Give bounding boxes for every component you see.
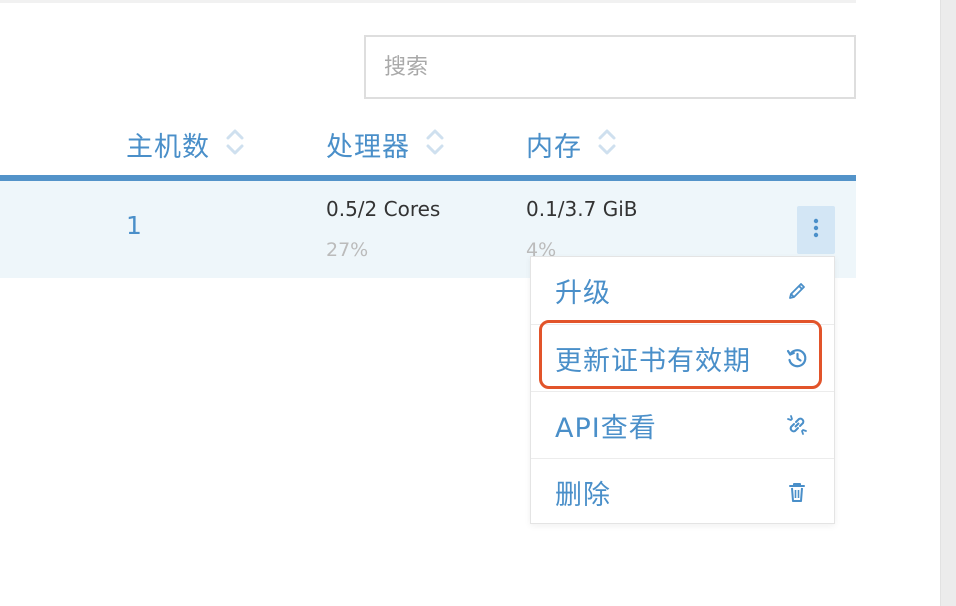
column-header-cpu-label: 处理器 (326, 131, 410, 163)
actions-dropdown-menu: 升级 更新证书有效期 API查看 删除 (530, 256, 835, 524)
menu-item-renew-certificate[interactable]: 更新证书有效期 (531, 324, 834, 391)
row-actions-button[interactable] (797, 206, 835, 254)
history-icon (785, 346, 809, 370)
more-vertical-icon (813, 217, 819, 243)
search-input[interactable] (366, 37, 854, 97)
top-divider (0, 0, 856, 3)
column-header-hosts[interactable]: 主机数 (126, 124, 246, 164)
menu-item-label: 升级 (555, 278, 611, 309)
cpu-usage: 0.5/2 Cores (326, 197, 441, 221)
sort-icon[interactable] (596, 127, 618, 161)
menu-item-label: 更新证书有效期 (555, 345, 751, 377)
sort-icon[interactable] (224, 127, 246, 161)
memory-usage: 0.1/3.7 GiB (526, 197, 638, 221)
column-header-hosts-label: 主机数 (126, 131, 210, 163)
trash-icon (785, 480, 809, 504)
search-box[interactable] (364, 35, 856, 99)
sort-icon[interactable] (424, 127, 446, 161)
menu-item-upgrade[interactable]: 升级 (531, 257, 834, 324)
column-header-memory-label: 内存 (526, 131, 582, 163)
menu-item-delete[interactable]: 删除 (531, 458, 834, 525)
pencil-icon (785, 279, 809, 303)
menu-item-label: API查看 (555, 412, 657, 444)
page-scrollbar-track[interactable] (940, 0, 956, 606)
hosts-count: 1 (126, 211, 142, 240)
column-header-cpu[interactable]: 处理器 (326, 124, 446, 164)
link-icon (785, 413, 809, 437)
cpu-percent: 27% (326, 239, 369, 261)
menu-item-label: 删除 (555, 479, 611, 511)
menu-item-view-api[interactable]: API查看 (531, 391, 834, 458)
column-header-memory[interactable]: 内存 (526, 124, 618, 164)
